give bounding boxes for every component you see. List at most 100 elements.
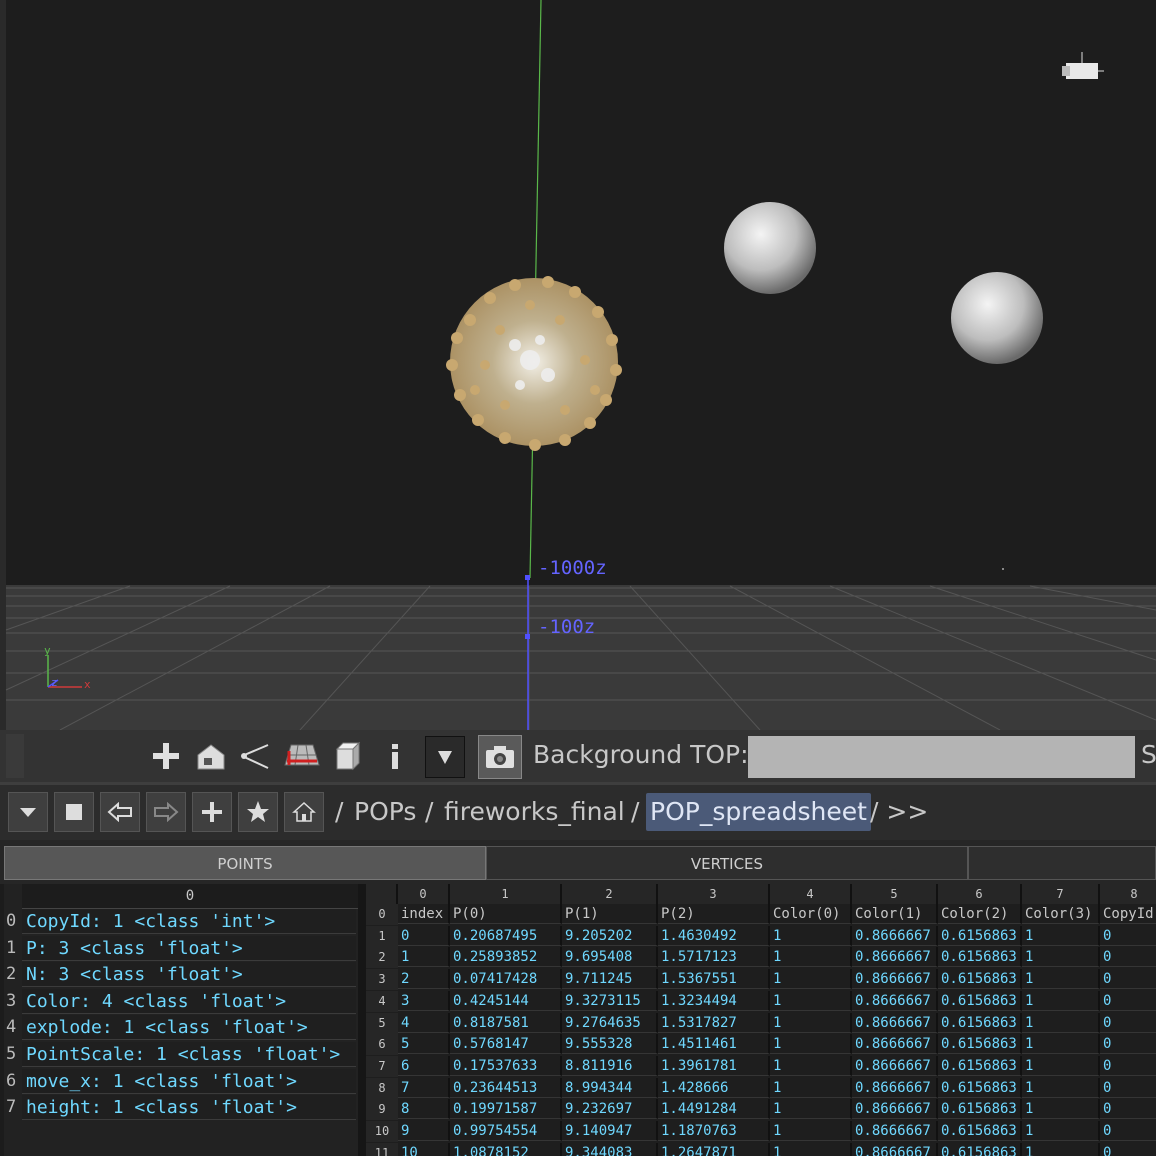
table-cell[interactable]: 1 [398,947,450,968]
table-cell[interactable]: 7 [398,1077,450,1098]
table-cell[interactable]: 1.0878152 [450,1142,562,1156]
table-cell[interactable]: 0.8666667 [852,1055,938,1076]
table-cell[interactable]: 9.140947 [562,1121,658,1141]
table-cell[interactable]: 1 [1022,990,1100,1011]
toolbar-handle[interactable] [6,734,24,778]
table-cell[interactable]: 1.3234494 [658,990,770,1011]
table-cell[interactable]: 9.3273115 [562,990,658,1011]
table-cell[interactable]: 2 [398,969,450,990]
attribute-column-header[interactable]: P(1) [562,904,658,924]
table-cell[interactable]: 0.8666667 [852,947,938,968]
table-cell[interactable]: 0.6156863 [938,925,1022,946]
table-cell[interactable]: 8 [398,1099,450,1120]
table-cell[interactable]: 0.6156863 [938,1012,1022,1033]
table-cell[interactable]: 0.6156863 [938,1142,1022,1156]
row-number-header[interactable]: 2 [366,947,398,969]
attribute-row[interactable]: 3 Color: 4 <class 'float'> [4,988,358,1015]
table-cell[interactable]: 1.2647871 [658,1142,770,1156]
view-angle-icon[interactable] [236,736,274,776]
row-number-header[interactable]: 0 [366,904,398,925]
table-cell[interactable]: 0.8666667 [852,1142,938,1156]
crumb-pop-spreadsheet[interactable]: POP_spreadsheet [646,793,871,831]
table-cell[interactable]: 0.07417428 [450,969,562,990]
tab-third[interactable] [968,846,1156,880]
table-cell[interactable]: 1.3961781 [658,1055,770,1076]
row-number-header[interactable]: 7 [366,1055,398,1077]
table-cell[interactable]: 1.428666 [658,1077,770,1098]
table-cell[interactable]: 1 [770,1055,852,1076]
table-cell[interactable]: 1 [1022,969,1100,990]
table-cell[interactable]: 0 [1100,1012,1156,1033]
table-cell[interactable]: 1 [1022,1142,1100,1156]
menu-dropdown-button[interactable] [8,792,48,832]
column-number-header[interactable]: 0 [398,884,450,904]
table-cell[interactable]: 1 [1022,1121,1100,1141]
attribute-row[interactable]: 4 explode: 1 <class 'float'> [4,1015,358,1041]
attribute-column-header[interactable]: CopyId [1100,904,1156,924]
table-cell[interactable]: 6 [398,1055,450,1076]
table-cell[interactable]: 0.5768147 [450,1034,562,1055]
table-cell[interactable]: 0 [1100,1055,1156,1076]
table-cell[interactable]: 1 [770,947,852,968]
column-number-header[interactable]: 6 [938,884,1022,904]
crosshair-icon[interactable] [147,736,185,776]
table-cell[interactable]: 0 [1100,925,1156,946]
table-cell[interactable]: 1 [1022,1034,1100,1055]
crumb-pops[interactable]: POPs [350,793,420,831]
column-number-header[interactable]: 3 [658,884,770,904]
table-cell[interactable]: 1.4491284 [658,1099,770,1120]
row-number-header[interactable]: 8 [366,1077,398,1099]
table-cell[interactable]: 1 [1022,1077,1100,1098]
table-cell[interactable]: 9.695408 [562,947,658,968]
table-cell[interactable]: 0 [398,925,450,946]
table-cell[interactable]: 0.23644513 [450,1077,562,1098]
table-cell[interactable]: 5 [398,1034,450,1055]
table-cell[interactable]: 0.25893852 [450,947,562,968]
table-cell[interactable]: 10 [398,1142,450,1156]
table-cell[interactable]: 0.8666667 [852,1034,938,1055]
table-cell[interactable]: 1 [770,1012,852,1033]
column-number-header[interactable]: 1 [450,884,562,904]
attribute-row[interactable]: 1 P: 3 <class 'float'> [4,935,358,962]
table-cell[interactable]: 1 [770,1121,852,1141]
table-cell[interactable]: 1 [1022,1012,1100,1033]
table-cell[interactable]: 0 [1100,1121,1156,1141]
table-cell[interactable]: 0 [1100,1034,1156,1055]
table-cell[interactable]: 0.6156863 [938,1055,1022,1076]
table-cell[interactable]: 0.6156863 [938,1077,1022,1098]
table-cell[interactable]: 0.19971587 [450,1099,562,1120]
table-cell[interactable]: 0 [1100,947,1156,968]
table-cell[interactable]: 0 [1100,1142,1156,1156]
row-number-header[interactable]: 4 [366,990,398,1012]
table-cell[interactable]: 0 [1100,969,1156,990]
grid-icon[interactable] [283,736,321,776]
table-cell[interactable]: 9.344083 [562,1142,658,1156]
crumb-fireworks-final[interactable]: fireworks_final [440,793,629,831]
attribute-column-header[interactable]: Color(3) [1022,904,1100,924]
table-cell[interactable]: 1 [1022,925,1100,946]
3d-viewport[interactable]: y x z -1000z -100z [0,0,1156,730]
table-cell[interactable]: 1 [770,990,852,1011]
table-cell[interactable]: 0.8666667 [852,1012,938,1033]
table-cell[interactable]: 9.555328 [562,1034,658,1055]
dropdown-triangle-icon[interactable] [425,736,465,778]
table-cell[interactable]: 8.994344 [562,1077,658,1098]
row-number-header[interactable]: 1 [366,925,398,947]
star-icon[interactable] [238,792,278,832]
tab-points[interactable]: POINTS [4,846,486,880]
table-cell[interactable]: 3 [398,990,450,1011]
table-cell[interactable]: 1 [770,1142,852,1156]
table-cell[interactable]: 1.5717123 [658,947,770,968]
column-number-header[interactable]: 5 [852,884,938,904]
table-cell[interactable]: 9.2764635 [562,1012,658,1033]
column-number-header[interactable]: 8 [1100,884,1156,904]
attribute-row[interactable]: 6 move_x: 1 <class 'float'> [4,1068,358,1095]
table-cell[interactable]: 9 [398,1121,450,1141]
table-cell[interactable]: 0.99754554 [450,1121,562,1141]
info-icon[interactable] [376,736,414,776]
table-cell[interactable]: 0.6156863 [938,1034,1022,1055]
attribute-row[interactable]: 2 N: 3 <class 'float'> [4,962,358,988]
table-cell[interactable]: 0.8187581 [450,1012,562,1033]
attribute-column-header[interactable]: P(0) [450,904,562,924]
table-cell[interactable]: 0.8666667 [852,1121,938,1141]
